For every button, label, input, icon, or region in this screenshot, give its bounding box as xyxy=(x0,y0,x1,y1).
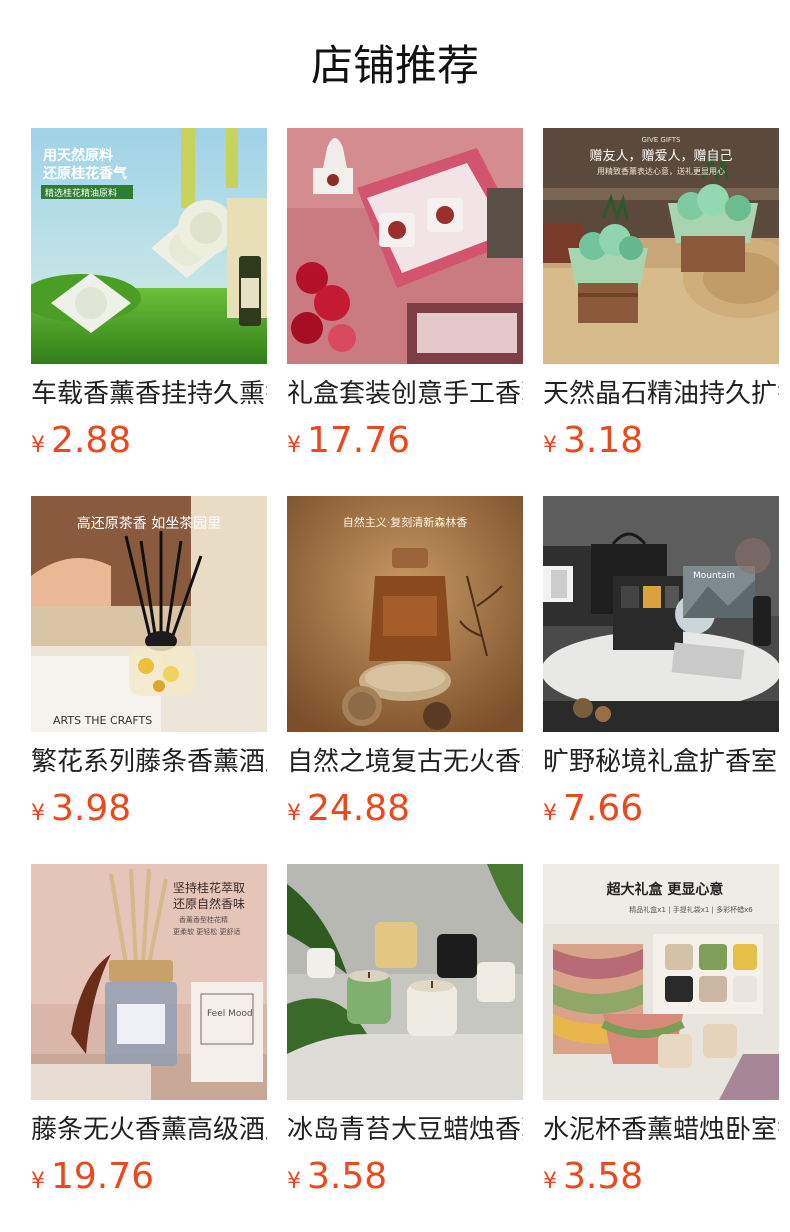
image-caption: 用精致香薰表达心意，送礼更显用心 xyxy=(597,166,725,176)
product-card[interactable]: 高还原茶香 如坐茶园里 ARTS THE CRAFTS 繁花系列藤条香薰酒店 ¥… xyxy=(31,496,267,834)
product-image-crystal-diffuser[interactable]: GIVE GIFTS 赠友人，赠爱人，赠自己 用精致香薰表达心意，送礼更显用心 xyxy=(543,128,779,364)
product-name[interactable]: 繁花系列藤条香薰酒店 xyxy=(31,744,267,780)
product-card[interactable]: GIVE GIFTS 赠友人，赠爱人，赠自己 用精致香薰表达心意，送礼更显用心 … xyxy=(543,128,779,466)
currency-symbol: ¥ xyxy=(287,433,301,458)
currency-symbol: ¥ xyxy=(543,1169,557,1194)
product-price: ¥2.88 xyxy=(31,416,267,466)
product-price: ¥3.18 xyxy=(543,416,779,466)
product-image-gift-set[interactable] xyxy=(287,128,523,364)
product-image-reed-diffuser[interactable]: 高还原茶香 如坐茶园里 ARTS THE CRAFTS xyxy=(31,496,267,732)
price-value: 19.76 xyxy=(51,1156,155,1197)
product-price: ¥3.58 xyxy=(543,1152,779,1202)
image-caption: Mountain xyxy=(693,571,735,581)
currency-symbol: ¥ xyxy=(287,1169,301,1194)
product-card[interactable]: 自然主义·复刻清新森林香 自然之境复古无火香薰 ¥24.88 xyxy=(287,496,523,834)
image-caption: 赠友人，赠爱人，赠自己 xyxy=(589,148,732,164)
product-price: ¥17.76 xyxy=(287,416,523,466)
product-name[interactable]: 自然之境复古无火香薰 xyxy=(287,744,523,780)
product-price: ¥3.98 xyxy=(31,784,267,834)
image-caption: 用天然原料 xyxy=(43,147,113,164)
price-value: 3.58 xyxy=(563,1156,644,1197)
image-caption: 精品礼盒x1 | 手提礼袋x1 | 多彩杯蜡x6 xyxy=(629,905,753,914)
image-caption: 高还原茶香 如坐茶园里 xyxy=(77,515,221,532)
image-caption: 坚持桂花萃取 xyxy=(173,880,245,895)
price-value: 24.88 xyxy=(307,788,411,829)
product-name[interactable]: 天然晶石精油持久扩香 xyxy=(543,376,779,412)
price-value: 3.18 xyxy=(563,420,644,461)
currency-symbol: ¥ xyxy=(287,801,301,826)
product-image-wild-gift-box[interactable]: Mountain xyxy=(543,496,779,732)
product-card[interactable]: 用天然原料 还原桂花香气 精选桂花精油原料 车载香薰香挂持久熏香 ¥2.88 xyxy=(31,128,267,466)
product-price: ¥3.58 xyxy=(287,1152,523,1202)
product-image-forest-aroma[interactable]: 自然主义·复刻清新森林香 xyxy=(287,496,523,732)
product-card[interactable]: 礼盒套装创意手工香薰 ¥17.76 xyxy=(287,128,523,466)
image-caption: 自然主义·复刻清新森林香 xyxy=(343,515,468,529)
product-name[interactable]: 水泥杯香薰蜡烛卧室香 xyxy=(543,1112,779,1148)
currency-symbol: ¥ xyxy=(31,801,45,826)
image-caption: 超大礼盒 更显心意 xyxy=(606,881,724,898)
price-value: 17.76 xyxy=(307,420,411,461)
image-caption: 精选桂花精油原料 xyxy=(45,187,117,199)
product-name[interactable]: 旷野秘境礼盒扩香室内 xyxy=(543,744,779,780)
product-price: ¥19.76 xyxy=(31,1152,267,1202)
product-card[interactable]: 超大礼盒 更显心意 精品礼盒x1 | 手提礼袋x1 | 多彩杯蜡x6 水泥杯香薰… xyxy=(543,864,779,1202)
currency-symbol: ¥ xyxy=(543,801,557,826)
product-card[interactable]: Feel Mood 坚持桂花萃取 还原自然香味 香薰香型桂花精 更柔软 更轻松 … xyxy=(31,864,267,1202)
product-grid: 用天然原料 还原桂花香气 精选桂花精油原料 车载香薰香挂持久熏香 ¥2.88 礼… xyxy=(0,0,790,1232)
product-price: ¥24.88 xyxy=(287,784,523,834)
image-caption: 还原自然香味 xyxy=(173,896,245,911)
product-image-reed-hotel[interactable]: Feel Mood 坚持桂花萃取 还原自然香味 香薰香型桂花精 更柔软 更轻松 … xyxy=(31,864,267,1100)
product-card[interactable]: Mountain 旷野秘境礼盒扩香室内 ¥7.66 xyxy=(543,496,779,834)
image-caption: 还原桂花香气 xyxy=(42,165,127,182)
product-image-car-aroma[interactable]: 用天然原料 还原桂花香气 精选桂花精油原料 xyxy=(31,128,267,364)
image-caption: ARTS THE CRAFTS xyxy=(53,714,152,727)
currency-symbol: ¥ xyxy=(31,433,45,458)
image-caption: GIVE GIFTS xyxy=(641,136,681,144)
price-value: 3.58 xyxy=(307,1156,388,1197)
price-value: 2.88 xyxy=(51,420,132,461)
product-image-moss-candle[interactable] xyxy=(287,864,523,1100)
product-name[interactable]: 藤条无火香薰高级酒店 xyxy=(31,1112,267,1148)
product-image-cement-candle[interactable]: 超大礼盒 更显心意 精品礼盒x1 | 手提礼袋x1 | 多彩杯蜡x6 xyxy=(543,864,779,1100)
product-card[interactable]: 冰岛青苔大豆蜡烛香薰 ¥3.58 xyxy=(287,864,523,1202)
image-caption: Feel Mood xyxy=(207,1009,253,1019)
currency-symbol: ¥ xyxy=(543,433,557,458)
product-name[interactable]: 车载香薰香挂持久熏香 xyxy=(31,376,267,412)
price-value: 3.98 xyxy=(51,788,132,829)
price-value: 7.66 xyxy=(563,788,644,829)
image-caption: 更柔软 更轻松 更舒适 xyxy=(173,927,240,936)
product-name[interactable]: 礼盒套装创意手工香薰 xyxy=(287,376,523,412)
currency-symbol: ¥ xyxy=(31,1169,45,1194)
image-caption: 香薰香型桂花精 xyxy=(179,915,228,924)
product-name[interactable]: 冰岛青苔大豆蜡烛香薰 xyxy=(287,1112,523,1148)
product-price: ¥7.66 xyxy=(543,784,779,834)
